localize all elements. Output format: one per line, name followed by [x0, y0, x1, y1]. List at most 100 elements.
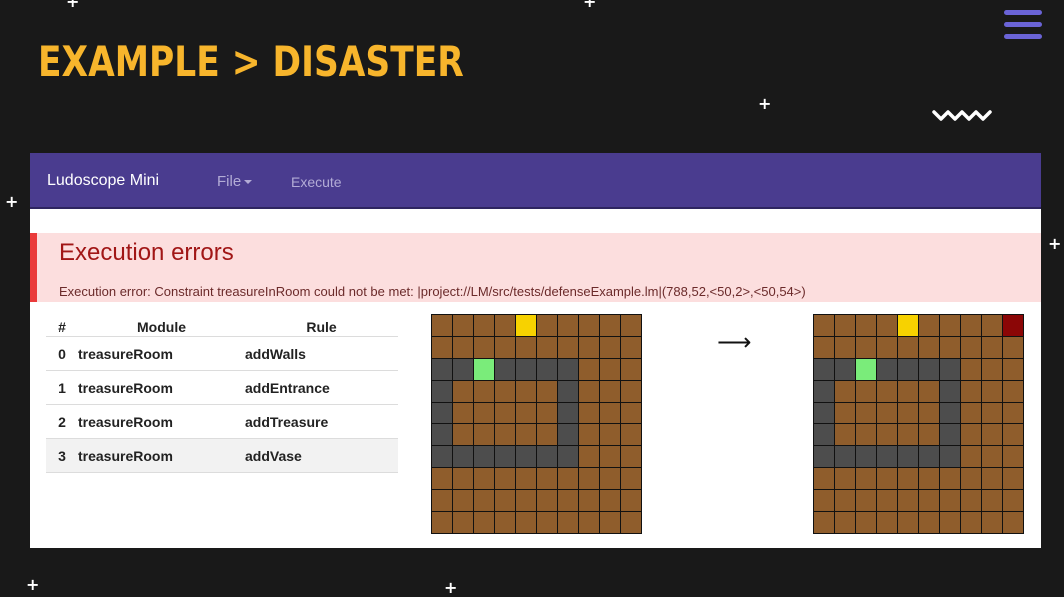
map-after [813, 314, 1024, 534]
floor-tile [877, 490, 897, 512]
floor-tile [961, 380, 981, 402]
plus-icon: + [5, 192, 19, 211]
floor-tile [919, 315, 939, 336]
floor-tile [453, 315, 473, 336]
floor-tile [621, 380, 641, 402]
floor-tile [516, 402, 536, 424]
floor-tile [558, 468, 578, 490]
floor-tile [982, 358, 1002, 380]
floor-tile [919, 468, 939, 490]
floor-tile [495, 336, 515, 358]
wall-tile [940, 424, 960, 446]
floor-tile [432, 468, 452, 490]
floor-tile [835, 512, 855, 533]
floor-tile [877, 512, 897, 533]
floor-tile [835, 490, 855, 512]
floor-tile [516, 336, 536, 358]
floor-tile [579, 446, 599, 468]
file-menu[interactable]: File [217, 173, 253, 190]
floor-tile [600, 512, 620, 533]
floor-tile [600, 315, 620, 336]
wall-tile [537, 446, 557, 468]
floor-tile [621, 315, 641, 336]
app-screenshot: Ludoscope Mini File Execute Execution er… [30, 153, 1041, 548]
row-module: treasureRoom [78, 404, 245, 439]
wall-tile [432, 358, 452, 380]
floor-tile [877, 315, 897, 336]
floor-tile [835, 315, 855, 336]
wall-tile [814, 402, 834, 424]
floor-tile [516, 512, 536, 533]
floor-tile [516, 424, 536, 446]
floor-tile [877, 336, 897, 358]
zigzag-icon [932, 110, 992, 121]
floor-tile [453, 512, 473, 533]
plus-icon: + [66, 0, 80, 11]
column-header-module: Module [78, 317, 245, 337]
hamburger-menu-icon[interactable] [1004, 10, 1042, 42]
floor-tile [495, 315, 515, 336]
floor-tile [856, 336, 876, 358]
execute-link[interactable]: Execute [291, 174, 342, 190]
floor-tile [579, 336, 599, 358]
plus-icon: + [583, 0, 597, 11]
floor-tile [919, 336, 939, 358]
floor-tile [495, 380, 515, 402]
table-row[interactable]: 2 treasureRoom addTreasure [46, 404, 398, 439]
floor-tile [495, 490, 515, 512]
floor-tile [982, 512, 1002, 533]
wall-tile [495, 358, 515, 380]
floor-tile [898, 490, 918, 512]
wall-tile [814, 380, 834, 402]
floor-tile [982, 402, 1002, 424]
floor-tile [835, 468, 855, 490]
table-row[interactable]: 0 treasureRoom addWalls [46, 336, 398, 371]
floor-tile [621, 446, 641, 468]
floor-tile [919, 380, 939, 402]
floor-tile [814, 512, 834, 533]
table-header-row: # Module Rule [46, 317, 398, 337]
wall-tile [835, 446, 855, 468]
floor-tile [856, 468, 876, 490]
wall-tile [432, 380, 452, 402]
floor-tile [856, 380, 876, 402]
row-module: treasureRoom [78, 370, 245, 405]
floor-tile [982, 380, 1002, 402]
exit-tile [898, 315, 918, 336]
floor-tile [600, 336, 620, 358]
error-alert: Execution errors Execution error: Constr… [30, 233, 1041, 302]
floor-tile [537, 380, 557, 402]
wall-tile [856, 446, 876, 468]
floor-tile [919, 402, 939, 424]
floor-tile [432, 315, 452, 336]
floor-tile [432, 490, 452, 512]
floor-tile [982, 446, 1002, 468]
floor-tile [961, 424, 981, 446]
wall-tile [940, 402, 960, 424]
menu-bar [1004, 34, 1042, 39]
table-row[interactable]: 1 treasureRoom addEntrance [46, 370, 398, 405]
column-header-index: # [46, 317, 78, 337]
floor-tile [474, 336, 494, 358]
wall-tile [516, 358, 536, 380]
floor-tile [919, 490, 939, 512]
app-brand[interactable]: Ludoscope Mini [47, 172, 159, 190]
floor-tile [621, 336, 641, 358]
floor-tile [940, 336, 960, 358]
floor-tile [856, 402, 876, 424]
floor-tile [600, 424, 620, 446]
floor-tile [856, 512, 876, 533]
map-before [431, 314, 642, 534]
wall-tile [898, 358, 918, 380]
wall-tile [432, 424, 452, 446]
floor-tile [579, 380, 599, 402]
plus-icon: + [758, 94, 772, 113]
floor-tile [621, 512, 641, 533]
floor-tile [856, 490, 876, 512]
table-row[interactable]: 3 treasureRoom addVase [46, 438, 398, 473]
floor-tile [961, 446, 981, 468]
floor-tile [856, 424, 876, 446]
floor-tile [495, 424, 515, 446]
plus-icon: + [1048, 234, 1062, 253]
floor-tile [474, 315, 494, 336]
